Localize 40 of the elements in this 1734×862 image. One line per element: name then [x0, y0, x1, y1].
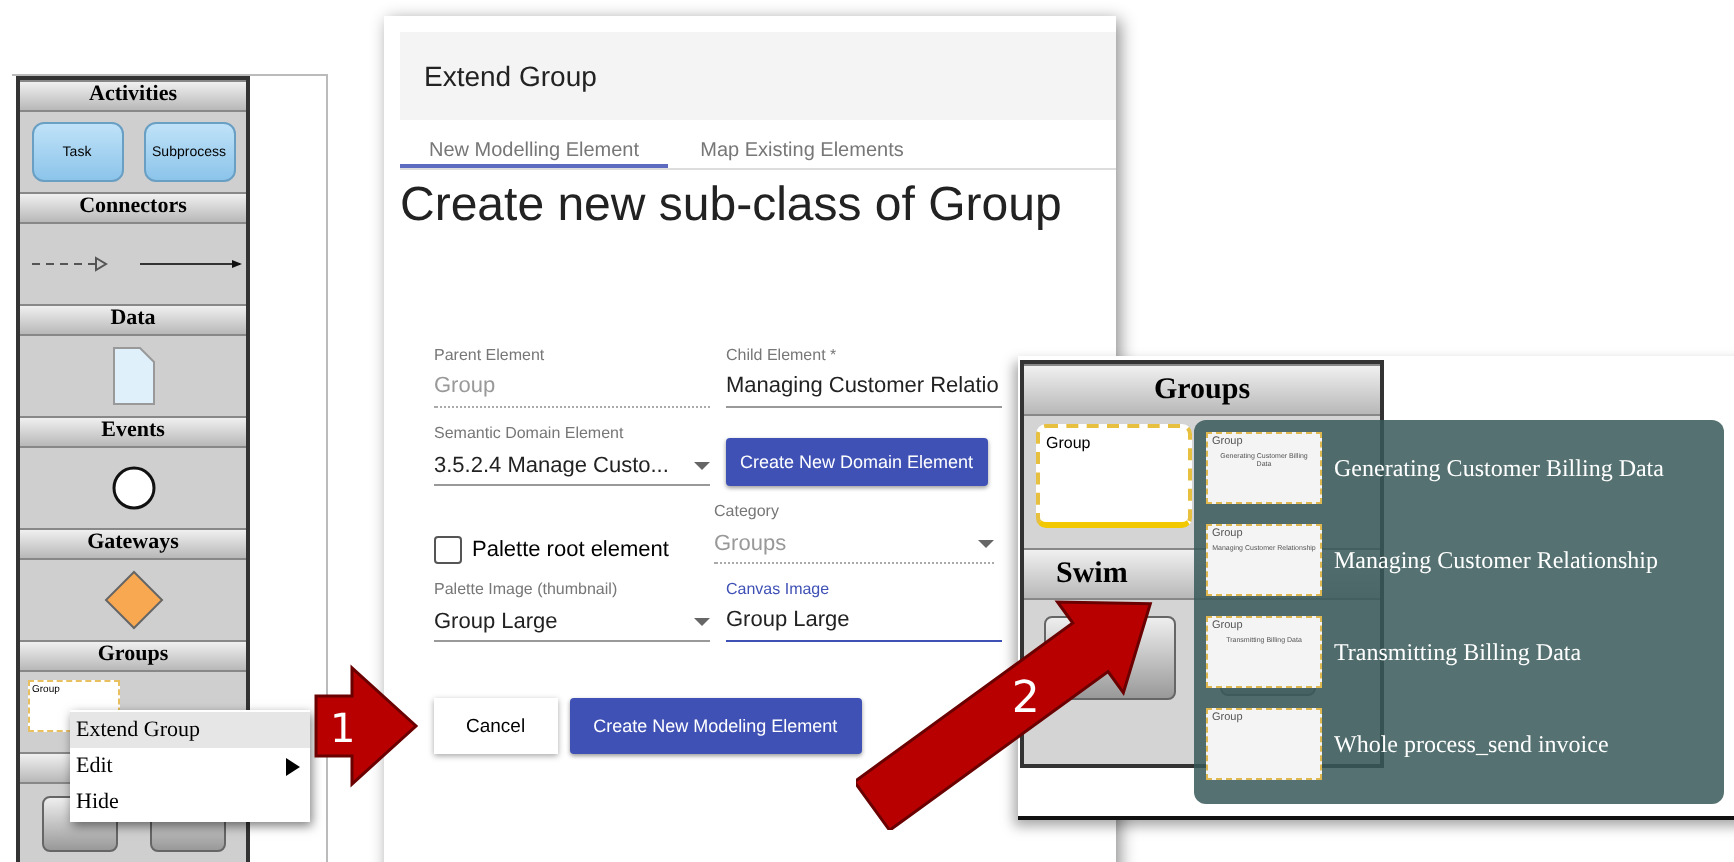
circle-icon[interactable] [109, 464, 157, 512]
section-header: Data [20, 304, 246, 336]
dropdown-field[interactable]: Group Large [434, 604, 710, 642]
extension-label[interactable]: Generating Customer Billing Data [1334, 453, 1664, 483]
text-field[interactable]: Group Large [726, 604, 1002, 642]
menu-item[interactable]: Hide [70, 784, 310, 820]
menu-item[interactable]: Edit [70, 748, 310, 784]
checkbox-label: Palette root element [472, 538, 669, 562]
section-header: Groups [1024, 364, 1380, 416]
field-label: Semantic Domain Element [434, 424, 626, 442]
submenu-arrow-icon [286, 757, 300, 775]
extension-label[interactable]: Whole process_send invoice [1334, 729, 1609, 759]
dialog-title: Extend Group [424, 60, 597, 92]
dropdown-field[interactable]: 3.5.2.4 Manage Custo... [434, 448, 710, 486]
dialog-heading: Create new sub-class of Group [398, 178, 1064, 236]
callout-arrow: 1 [312, 664, 420, 788]
field-label: Parent Element [434, 346, 547, 364]
section-header: Activities [20, 80, 246, 112]
field-label: Child Element * [726, 346, 839, 364]
tab[interactable]: New Modelling Element [400, 120, 668, 168]
diamond-icon[interactable] [103, 570, 163, 630]
section-header: Gateways [20, 528, 246, 560]
menu-item[interactable]: Extend Group [70, 712, 310, 748]
create-button[interactable]: Create New Modeling Element [569, 698, 862, 754]
dropdown-caret-icon [978, 540, 994, 548]
dropdown-caret-icon [694, 462, 710, 470]
checkbox[interactable] [434, 536, 462, 564]
section-header: Connectors [20, 192, 246, 224]
field-label: Category [714, 502, 781, 520]
section-header: Groups [20, 640, 246, 672]
extension-label[interactable]: Transmitting Billing Data [1334, 637, 1582, 667]
create-domain-element-button[interactable]: Create New Domain Element [726, 438, 988, 486]
cancel-button[interactable]: Cancel [434, 698, 558, 754]
field-label: Palette Image (thumbnail) [434, 580, 620, 598]
field-label: Canvas Image [726, 580, 832, 598]
section-header: Events [20, 416, 246, 448]
tab[interactable]: Map Existing Elements [668, 120, 936, 168]
text-field[interactable]: Managing Customer Relatio [726, 370, 1002, 408]
dropdown-caret-icon [694, 618, 710, 626]
group-shape[interactable]: Group [1036, 424, 1192, 528]
